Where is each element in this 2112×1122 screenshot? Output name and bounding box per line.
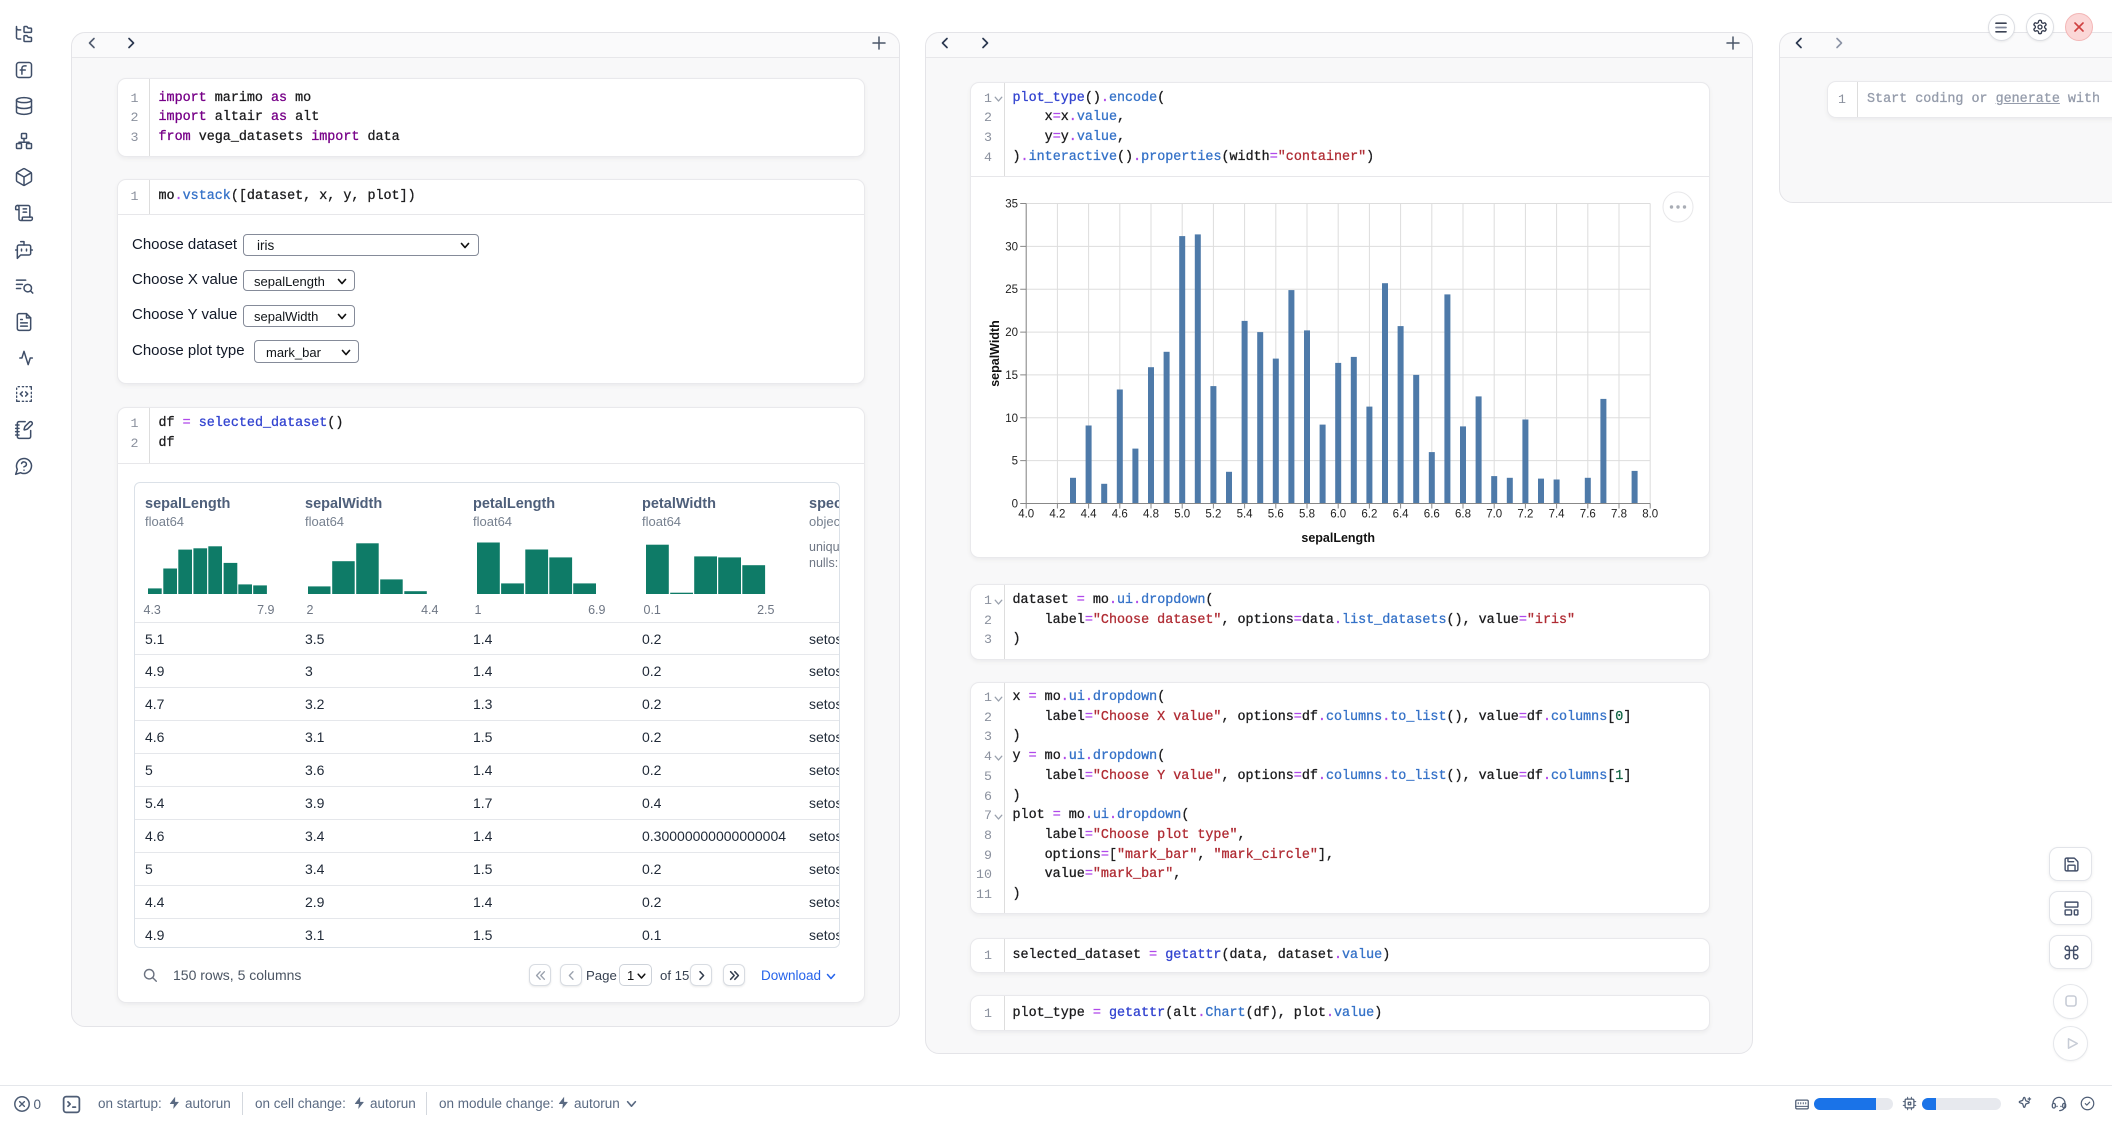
svg-text:4.6: 4.6 [1112, 509, 1128, 521]
svg-text:7.4: 7.4 [1549, 509, 1566, 521]
svg-text:5.4: 5.4 [1237, 509, 1254, 521]
svg-text:25: 25 [1005, 284, 1018, 296]
svg-text:0: 0 [1012, 499, 1018, 511]
svg-text:7.8: 7.8 [1611, 509, 1627, 521]
svg-text:6.8: 6.8 [1455, 509, 1471, 521]
svg-text:5.0: 5.0 [1174, 509, 1190, 521]
svg-text:20: 20 [1005, 327, 1018, 339]
svg-text:4.2: 4.2 [1049, 509, 1065, 521]
svg-text:6.6: 6.6 [1424, 509, 1440, 521]
svg-text:15: 15 [1005, 370, 1018, 382]
svg-text:8.0: 8.0 [1642, 509, 1658, 521]
svg-text:7.0: 7.0 [1486, 509, 1502, 521]
svg-text:sepalWidth: sepalWidth [988, 320, 1002, 387]
svg-text:4.4: 4.4 [1081, 509, 1098, 521]
svg-text:5: 5 [1012, 456, 1018, 468]
svg-text:5.2: 5.2 [1205, 509, 1221, 521]
svg-text:6.4: 6.4 [1393, 509, 1410, 521]
svg-text:35: 35 [1005, 199, 1018, 211]
svg-text:sepalLength: sepalLength [1301, 531, 1375, 545]
svg-text:7.2: 7.2 [1517, 509, 1533, 521]
svg-text:30: 30 [1005, 241, 1018, 253]
svg-text:6.2: 6.2 [1361, 509, 1377, 521]
svg-text:6.0: 6.0 [1330, 509, 1346, 521]
svg-text:5.8: 5.8 [1299, 509, 1315, 521]
svg-text:7.6: 7.6 [1580, 509, 1596, 521]
svg-text:10: 10 [1005, 413, 1018, 425]
svg-text:4.8: 4.8 [1143, 509, 1159, 521]
svg-text:5.6: 5.6 [1268, 509, 1284, 521]
svg-text:4.0: 4.0 [1018, 509, 1034, 521]
